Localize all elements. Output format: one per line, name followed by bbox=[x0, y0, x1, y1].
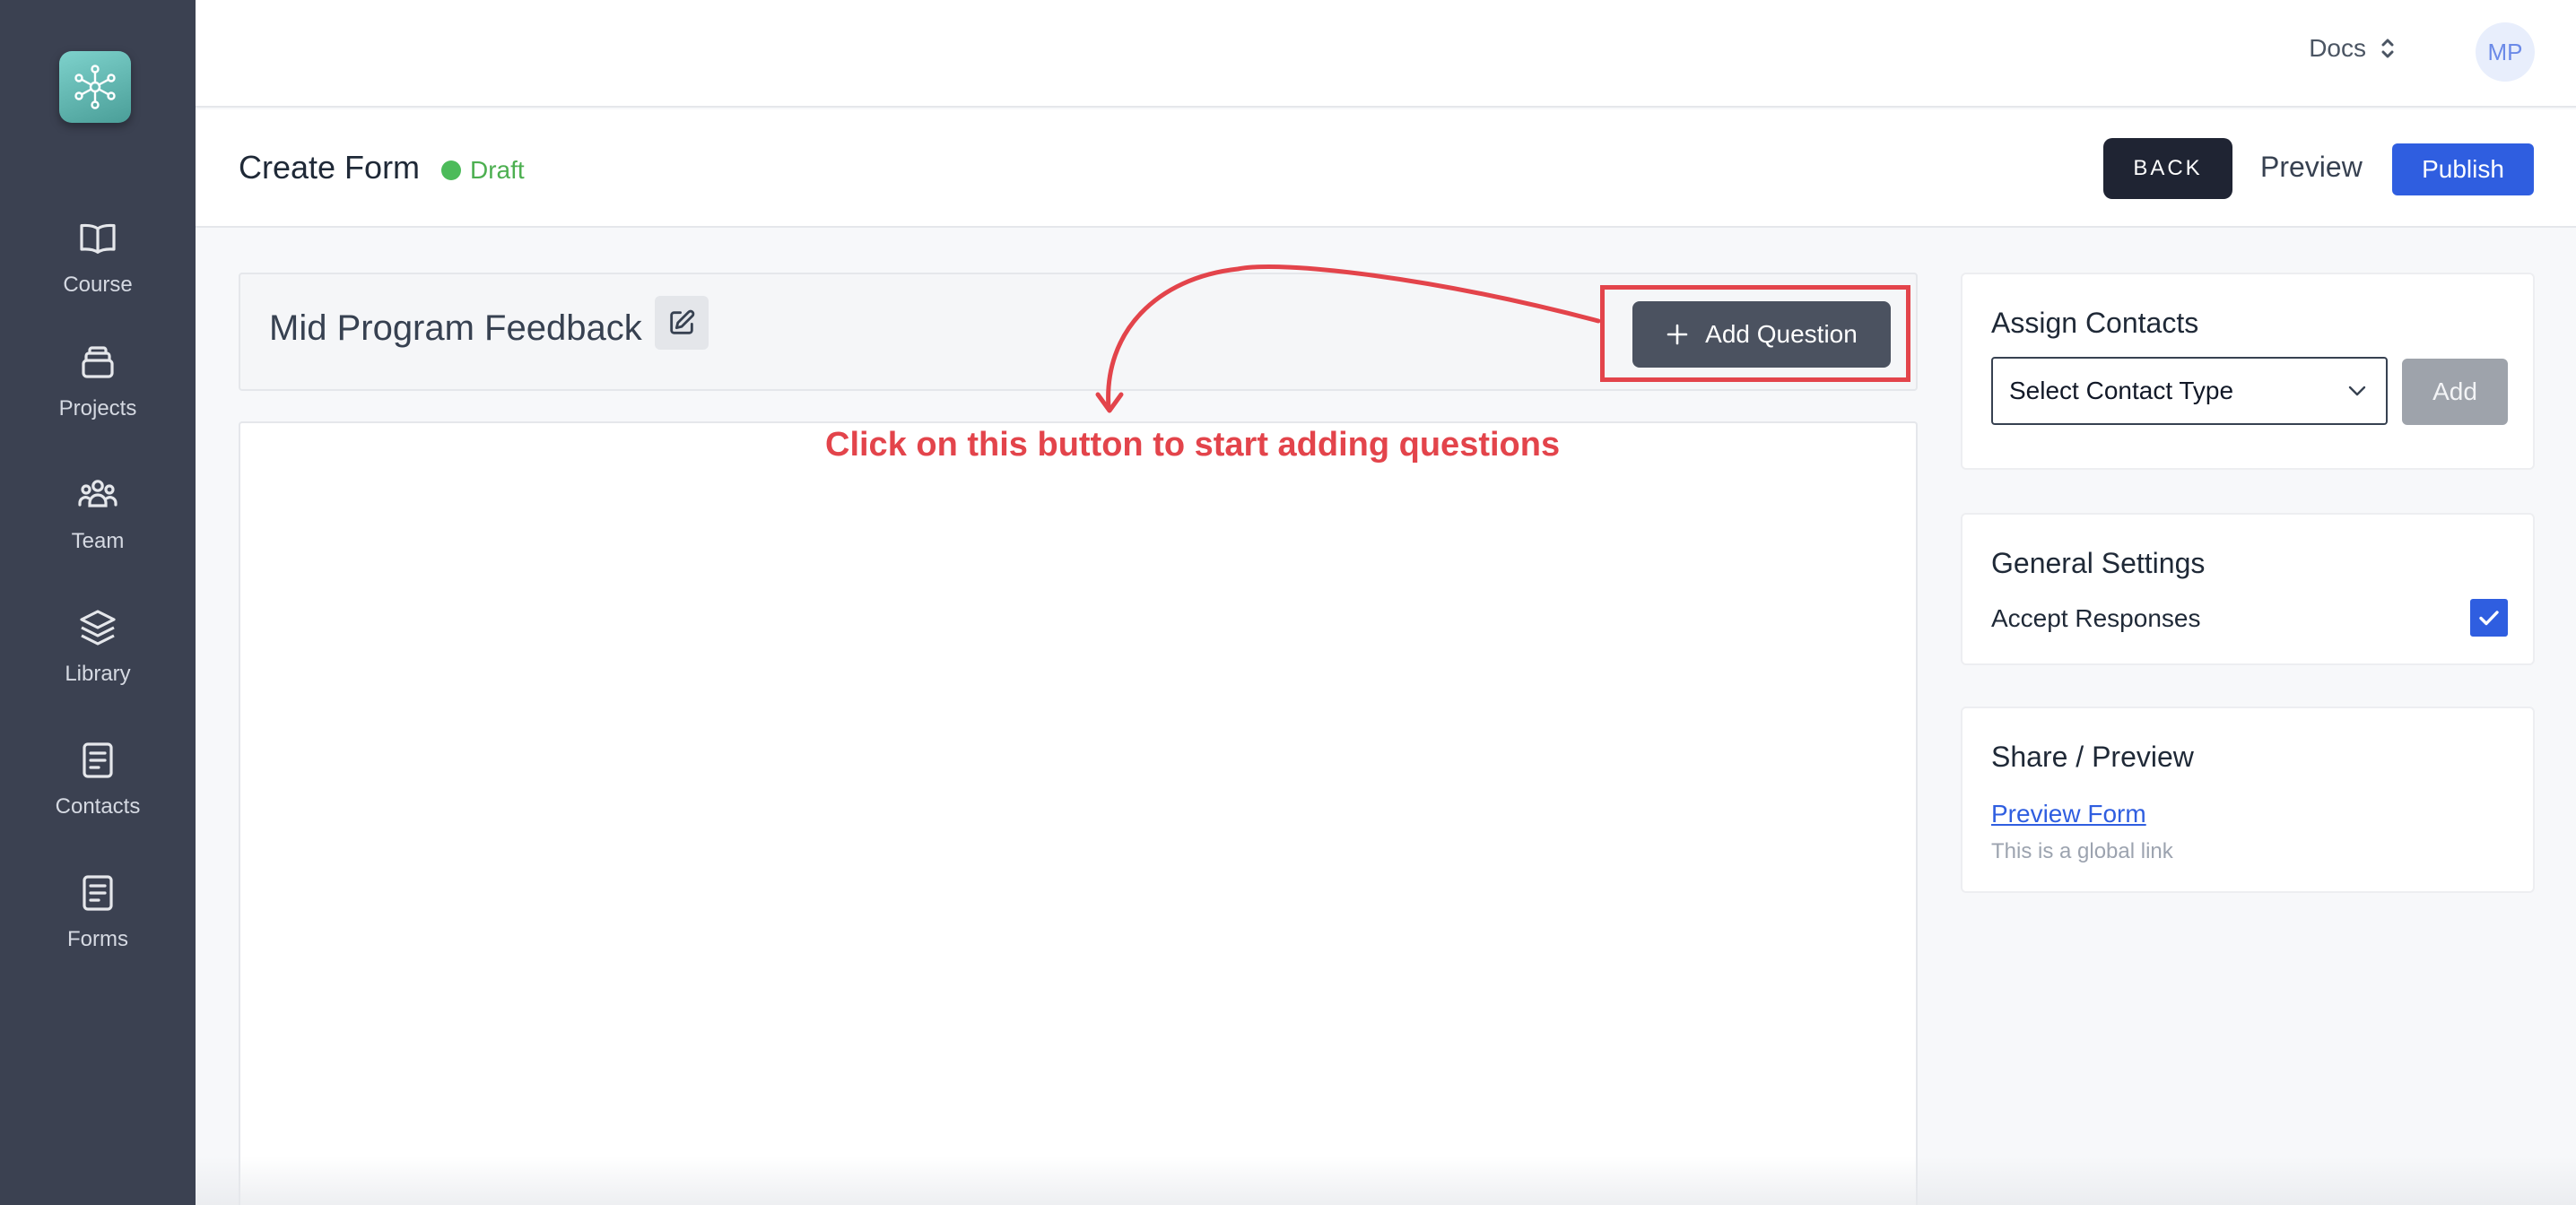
add-contact-button[interactable]: Add bbox=[2402, 359, 2508, 425]
users-icon bbox=[78, 480, 117, 507]
edit-icon bbox=[670, 309, 695, 334]
document-icon bbox=[83, 875, 113, 911]
assign-contacts-title: Assign Contacts bbox=[1991, 307, 2199, 339]
preview-form-link[interactable]: Preview Form bbox=[1991, 800, 2146, 828]
assign-contacts-card: Assign Contacts Select Contact Type Add bbox=[1961, 273, 2535, 470]
page-title: Create Form bbox=[239, 149, 421, 186]
accept-responses-label: Accept Responses bbox=[1991, 604, 2201, 632]
sidebar-item-label: Course bbox=[63, 273, 133, 297]
general-settings-card: General Settings Accept Responses bbox=[1961, 513, 2535, 665]
archive-icon bbox=[82, 346, 114, 378]
contact-type-value: Select Contact Type bbox=[2009, 377, 2234, 404]
sidebar-item-label: Contacts bbox=[55, 794, 141, 819]
page-header: Create Form Draft BACK Preview Publish bbox=[196, 109, 2576, 228]
status-dot-icon bbox=[441, 160, 461, 180]
checkmark-icon bbox=[2479, 611, 2499, 626]
user-avatar[interactable]: MP bbox=[2476, 22, 2535, 82]
chevron-down-icon bbox=[2348, 386, 2366, 396]
contact-type-select[interactable]: Select Contact Type bbox=[1991, 357, 2388, 425]
add-question-button[interactable]: Add Question bbox=[1632, 301, 1891, 368]
share-preview-card: Share / Preview Preview Form This is a g… bbox=[1961, 707, 2535, 893]
sidebar-item-label: Team bbox=[71, 529, 125, 553]
sidebar-item-team[interactable]: Team bbox=[0, 473, 196, 581]
publish-button[interactable]: Publish bbox=[2392, 143, 2534, 195]
sidebar-item-forms[interactable]: Forms bbox=[0, 871, 196, 979]
share-preview-title: Share / Preview bbox=[1991, 741, 2194, 773]
preview-button[interactable]: Preview bbox=[2260, 151, 2363, 184]
global-link-note: This is a global link bbox=[1991, 839, 2173, 863]
sidebar-item-contacts[interactable]: Contacts bbox=[0, 739, 196, 846]
sidebar-item-label: Forms bbox=[67, 927, 128, 951]
docs-label: Docs bbox=[2309, 34, 2366, 62]
top-bar: Docs MP bbox=[196, 0, 2576, 108]
docs-selector[interactable]: Docs bbox=[2309, 34, 2397, 63]
book-icon bbox=[80, 223, 116, 254]
document-icon bbox=[83, 742, 113, 778]
accept-responses-checkbox[interactable] bbox=[2470, 599, 2508, 637]
app-logo[interactable] bbox=[59, 51, 131, 123]
sidebar: Course Projects Team Library Contacts Fo… bbox=[0, 0, 196, 1205]
general-settings-title: General Settings bbox=[1991, 547, 2206, 579]
form-title: Mid Program Feedback bbox=[269, 308, 642, 348]
back-button[interactable]: BACK bbox=[2103, 138, 2232, 199]
layers-icon bbox=[80, 610, 116, 646]
sidebar-item-label: Library bbox=[65, 662, 131, 686]
sidebar-item-course[interactable]: Course bbox=[0, 217, 196, 325]
sidebar-item-label: Projects bbox=[58, 396, 137, 420]
form-title-bar: Mid Program Feedback Add Question bbox=[239, 273, 1918, 391]
edit-title-button[interactable] bbox=[655, 296, 709, 350]
annotation-text: Click on this button to start adding que… bbox=[825, 426, 1561, 464]
add-question-label: Add Question bbox=[1705, 320, 1858, 348]
sidebar-item-library[interactable]: Library bbox=[0, 606, 196, 714]
status-label: Draft bbox=[470, 156, 525, 184]
network-logo-icon bbox=[74, 65, 116, 109]
chevron-up-down-icon bbox=[2381, 39, 2394, 58]
sidebar-item-projects[interactable]: Projects bbox=[0, 341, 196, 448]
plus-icon bbox=[1667, 324, 1688, 345]
status-badge: Draft bbox=[441, 156, 525, 185]
questions-area bbox=[239, 421, 1918, 1205]
